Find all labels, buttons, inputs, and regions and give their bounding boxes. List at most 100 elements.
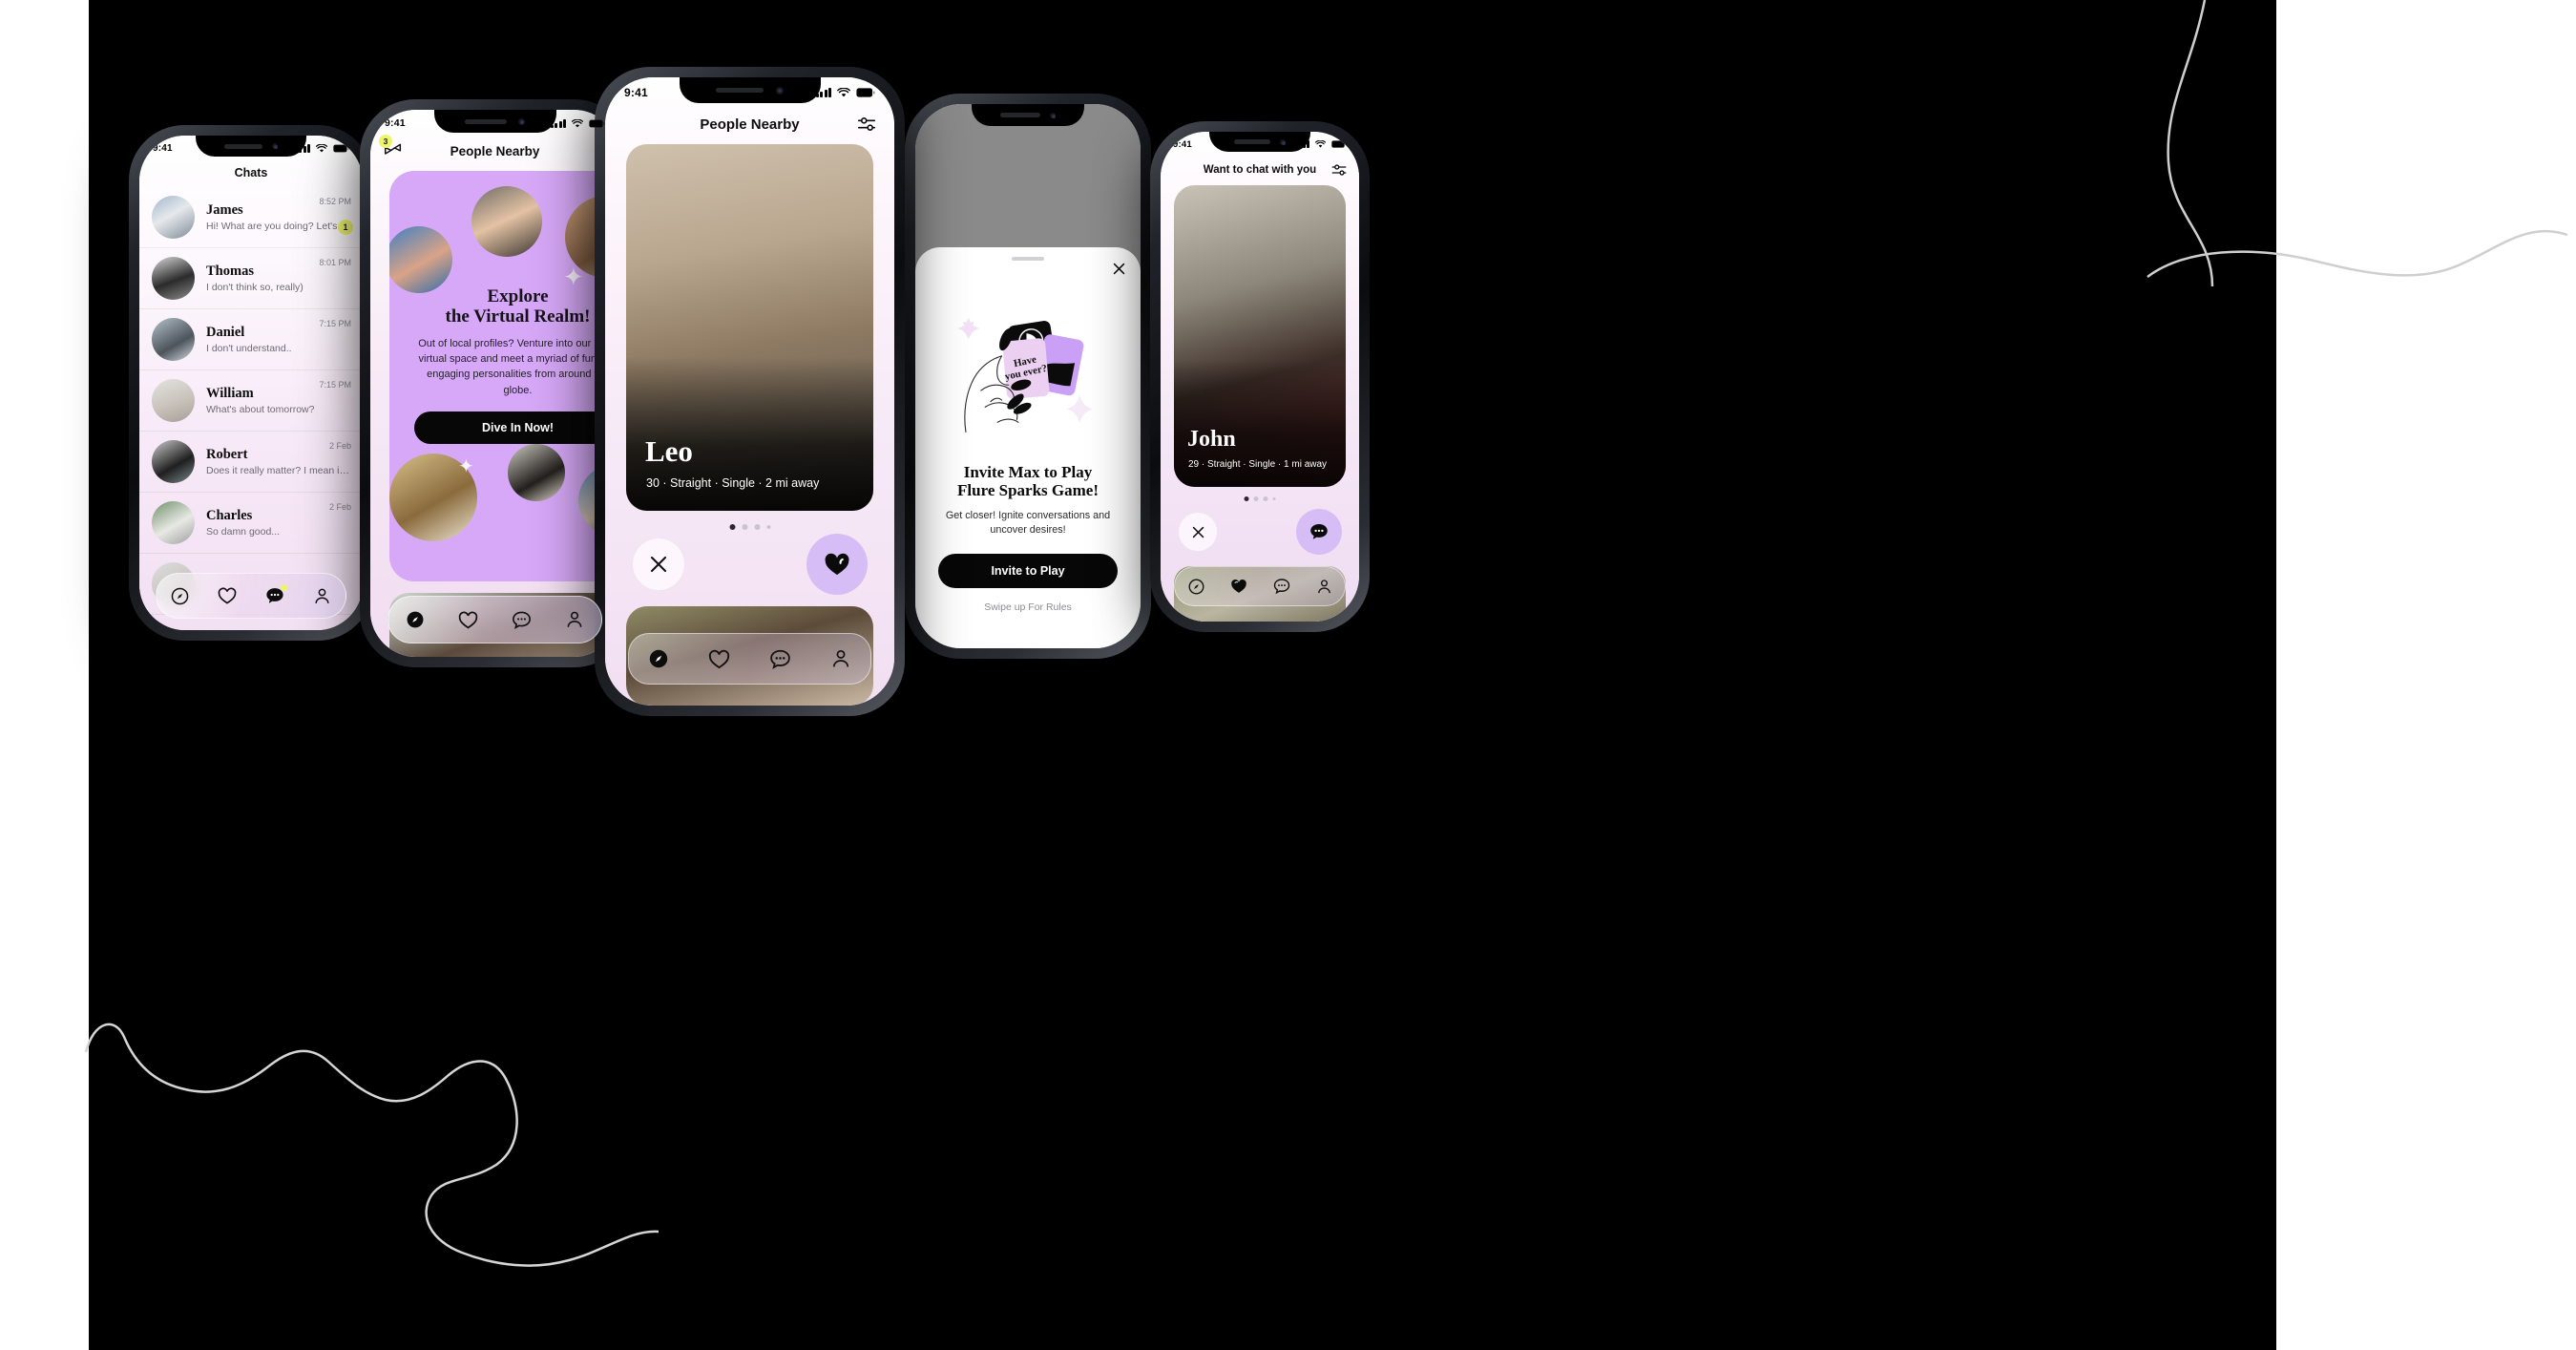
- navbar: 3 People Nearby: [370, 135, 619, 165]
- chat-icon: [513, 611, 532, 629]
- profile-meta: 29 · Straight · Single · 1 mi away: [1188, 459, 1328, 470]
- virtual-realm-promo-card: ✦ Explore the Virtual Realm! Out of local…: [389, 171, 619, 581]
- chat-filled-icon: [1310, 524, 1328, 539]
- chat-preview: What's about tomorrow?: [206, 404, 315, 415]
- tab-likes[interactable]: [457, 609, 479, 631]
- chat-name: Robert: [206, 447, 248, 462]
- chat-preview: So damn good...: [206, 526, 281, 538]
- table-row[interactable]: James Hi! What are you doing? Let's... 8…: [139, 187, 363, 248]
- sheet-subtitle: Get closer! Ignite conversations and unc…: [945, 510, 1111, 537]
- photo-carousel-dots[interactable]: [729, 524, 770, 530]
- front-camera: [1050, 112, 1057, 118]
- notch: [972, 104, 1084, 126]
- chat-timestamp: 8:52 PM: [319, 197, 351, 206]
- wifi-icon: [837, 88, 850, 97]
- tab-chats[interactable]: [1272, 577, 1291, 596]
- unread-badge: 1: [338, 220, 353, 235]
- chat-timestamp: 7:15 PM: [319, 319, 351, 328]
- sparkle-star-icon: ✦: [458, 456, 474, 477]
- close-x-icon: [1192, 526, 1204, 538]
- tab-likes[interactable]: [217, 585, 238, 606]
- navbar: People Nearby: [605, 108, 894, 140]
- message-button[interactable]: [1296, 509, 1342, 555]
- chat-preview: I don't understand..: [206, 343, 292, 354]
- notch: [679, 77, 821, 103]
- status-time: 9:41: [385, 117, 406, 129]
- table-row[interactable]: Daniel I don't understand.. 7:15 PM: [139, 309, 363, 370]
- chat-preview: Does it really matter? I mean if...: [206, 465, 349, 476]
- bottom-tab-bar[interactable]: [628, 633, 871, 685]
- profile-bubble[interactable]: [471, 186, 542, 257]
- battery-icon: [589, 119, 605, 127]
- phone-want-to-chat: 9:41 Want to chat with you John 29 · Str…: [1150, 121, 1370, 632]
- tab-explore[interactable]: [1187, 578, 1205, 596]
- invite-to-play-button[interactable]: Invite to Play: [938, 553, 1118, 588]
- status-time: 9:41: [624, 86, 648, 99]
- tab-profile[interactable]: [829, 647, 852, 670]
- notch: [433, 110, 556, 133]
- phone-chats: 9:41 Chats James Hi! What are you doing?…: [129, 125, 373, 641]
- chats-screen: 9:41 Chats James Hi! What are you doing?…: [139, 136, 363, 630]
- tab-profile[interactable]: [564, 609, 585, 630]
- bottom-tab-bar[interactable]: [156, 573, 346, 619]
- tab-explore[interactable]: [170, 586, 190, 606]
- sparks-invites-button[interactable]: 3: [379, 135, 405, 159]
- invites-badge: 3: [379, 135, 392, 148]
- battery-icon: [333, 144, 349, 152]
- avatar: [152, 379, 195, 422]
- filter-sliders-icon: [1331, 164, 1347, 176]
- close-x-icon: [650, 556, 667, 573]
- virtual-realm-screen: 9:41 3 People Nearby ✦ Explore the Virtu…: [370, 110, 619, 657]
- tab-explore[interactable]: [647, 647, 670, 670]
- filter-button[interactable]: [856, 114, 877, 135]
- profile-card[interactable]: Leo 30 · Straight · Single · 2 mi away: [626, 144, 873, 511]
- promo-body: Out of local profiles? Venture into our …: [418, 338, 618, 396]
- chat-name: Charles: [206, 508, 253, 523]
- tab-chats[interactable]: [511, 609, 533, 631]
- tab-chats[interactable]: [768, 647, 792, 671]
- wifi-icon: [1315, 140, 1326, 148]
- avatar: [152, 318, 195, 361]
- compass-icon: [407, 611, 424, 628]
- chat-icon: [770, 649, 790, 669]
- table-row[interactable]: William What's about tomorrow? 7:15 PM: [139, 370, 363, 432]
- table-row[interactable]: Thomas I don't think so, really) 8:01 PM: [139, 248, 363, 309]
- bottom-tab-bar[interactable]: [1174, 566, 1346, 606]
- profile-card[interactable]: John 29 · Straight · Single · 1 mi away: [1174, 185, 1346, 487]
- tab-profile[interactable]: [1315, 578, 1333, 596]
- earpiece-speaker: [999, 113, 1040, 117]
- tab-profile[interactable]: [312, 586, 332, 606]
- profile-bubble[interactable]: [508, 444, 565, 501]
- chat-list[interactable]: James Hi! What are you doing? Let's... 8…: [139, 187, 363, 630]
- page-title: Want to chat with you: [1203, 164, 1317, 176]
- phone-sparks-modal: Have you ever? Invite Max to Play Flure …: [905, 94, 1151, 659]
- chat-timestamp: 8:01 PM: [319, 258, 351, 267]
- photo-carousel-dots[interactable]: [1244, 496, 1276, 501]
- chat-timestamp: 2 Feb: [328, 441, 351, 451]
- table-row[interactable]: Charles So damn good... 2 Feb: [139, 493, 363, 554]
- swipe-up-rules-link[interactable]: Swipe up For Rules: [938, 601, 1118, 613]
- sparkle-star-icon: ✦: [563, 263, 584, 291]
- avatar: [152, 257, 195, 300]
- status-time: 9:41: [153, 142, 173, 154]
- sheet-title: Invite Max to Play Flure Sparks Game!: [957, 463, 1099, 500]
- tab-explore[interactable]: [405, 609, 426, 630]
- wifi-icon: [316, 143, 327, 152]
- page-title: People Nearby: [450, 143, 540, 158]
- pass-button[interactable]: [632, 538, 685, 591]
- tab-likes[interactable]: [707, 647, 731, 671]
- dive-in-button[interactable]: Dive In Now!: [414, 411, 619, 444]
- avatar: [152, 196, 195, 239]
- tab-likes[interactable]: [1229, 577, 1248, 596]
- filter-button[interactable]: [1330, 161, 1348, 179]
- tab-chats[interactable]: [264, 584, 287, 606]
- sheet-grabber[interactable]: [1012, 257, 1044, 261]
- pass-button[interactable]: [1178, 512, 1218, 552]
- promo-title: Explore the Virtual Realm!: [445, 286, 591, 327]
- profile-bubble[interactable]: [389, 226, 452, 293]
- want-to-chat-screen: 9:41 Want to chat with you John 29 · Str…: [1161, 132, 1359, 622]
- screenshot-stage: 9:41 Chats James Hi! What are you doing?…: [0, 0, 2576, 1350]
- table-row[interactable]: Robert Does it really matter? I mean if.…: [139, 432, 363, 493]
- like-button[interactable]: [806, 534, 868, 595]
- bottom-tab-bar[interactable]: [387, 596, 602, 643]
